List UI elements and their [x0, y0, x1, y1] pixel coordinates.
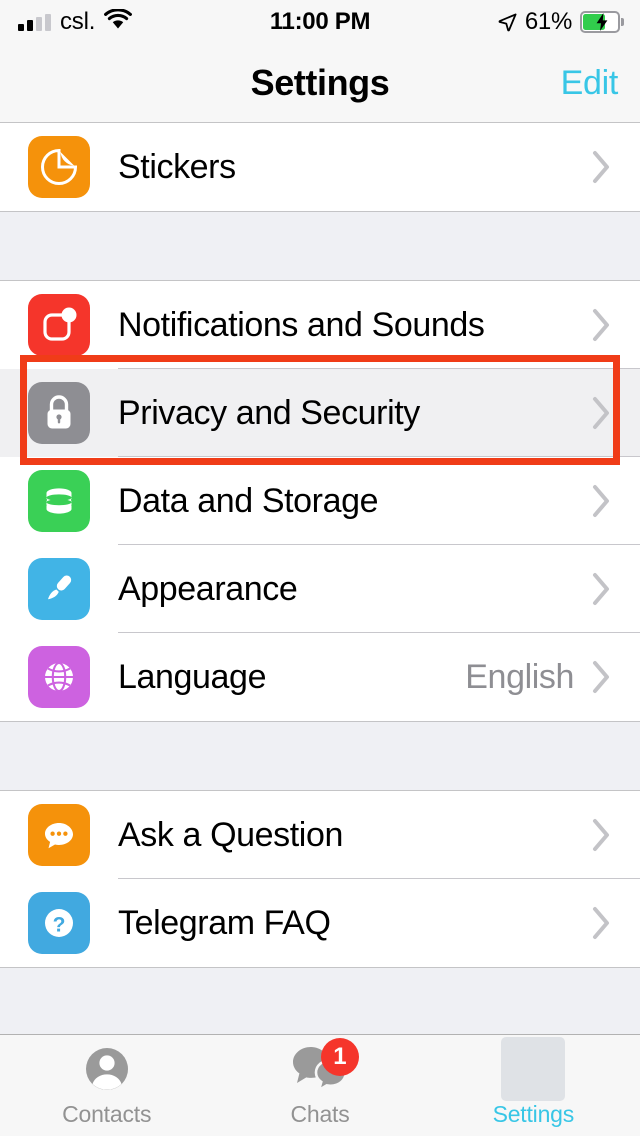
navigation-bar: Settings Edit [0, 44, 640, 122]
lock-icon [28, 382, 90, 444]
charging-bolt-icon [596, 13, 608, 31]
chevron-right-icon [592, 818, 612, 852]
tab-label: Contacts [62, 1101, 152, 1127]
settings-row-language[interactable]: Language English [0, 633, 640, 721]
chevron-right-icon [592, 308, 612, 342]
chevron-right-icon [592, 396, 612, 430]
settings-row-telegram-faq[interactable]: ? Telegram FAQ [0, 879, 640, 967]
battery-percent-label: 61% [524, 8, 572, 35]
tab-settings[interactable]: Settings [427, 1035, 640, 1136]
settings-row-data-and-storage[interactable]: Data and Storage [0, 457, 640, 545]
settings-row-label: Notifications and Sounds [118, 305, 485, 344]
notifications-icon [28, 294, 90, 356]
chevron-right-icon [592, 660, 612, 694]
globe-icon [28, 646, 90, 708]
settings-row-stickers[interactable]: Stickers [0, 123, 640, 211]
settings-row-label: Data and Storage [118, 481, 379, 520]
tab-contacts[interactable]: Contacts [0, 1035, 213, 1136]
section-gap-1 [0, 212, 640, 280]
language-value: English [465, 657, 574, 696]
paintbrush-icon [28, 558, 90, 620]
settings-list[interactable]: Stickers Notifications and Sounds Privac… [0, 122, 640, 1034]
tab-label: Chats [290, 1101, 350, 1127]
settings-row-label: Privacy and Security [118, 393, 420, 432]
svg-text:?: ? [53, 914, 66, 937]
phone-screen: csl. 11:00 PM 61% Settings Edit Stickers… [0, 0, 640, 1136]
question-mark-icon: ? [28, 892, 90, 954]
settings-row-label: Language [118, 657, 267, 696]
chats-unread-badge: 1 [320, 1038, 359, 1076]
edit-button[interactable]: Edit [561, 44, 619, 122]
settings-row-label: Ask a Question [118, 815, 343, 854]
settings-row-notifications-and-sounds[interactable]: Notifications and Sounds [0, 281, 640, 369]
status-bar-right: 61% [498, 8, 624, 36]
battery-icon [580, 11, 624, 33]
page-title: Settings [250, 62, 390, 103]
speech-bubble-icon [28, 804, 90, 866]
chevron-right-icon [592, 150, 612, 184]
location-arrow-icon [498, 13, 517, 32]
settings-row-privacy-and-security[interactable]: Privacy and Security [0, 369, 640, 457]
settings-section-1: Stickers [0, 122, 640, 212]
tab-chats[interactable]: 1 Chats [213, 1035, 426, 1136]
chevron-right-icon [592, 484, 612, 518]
settings-row-label: Appearance [118, 569, 298, 608]
settings-section-3: Ask a Question ? Telegram FAQ [0, 790, 640, 968]
chevron-right-icon [592, 906, 612, 940]
status-bar: csl. 11:00 PM 61% [0, 0, 640, 44]
settings-section-2: Notifications and Sounds Privacy and Sec… [0, 280, 640, 722]
settings-row-ask-a-question[interactable]: Ask a Question [0, 791, 640, 879]
section-gap-2 [0, 722, 640, 790]
settings-row-appearance[interactable]: Appearance [0, 545, 640, 633]
settings-row-label: Stickers [118, 147, 236, 186]
database-icon [28, 470, 90, 532]
chat-bubbles-icon: 1 [289, 1038, 359, 1095]
settings-row-label: Telegram FAQ [118, 903, 331, 942]
settings-avatar-placeholder-icon [501, 1037, 566, 1101]
tab-label: Settings [492, 1101, 575, 1127]
chevron-right-icon [592, 572, 612, 606]
section-gap-3 [0, 968, 640, 1032]
sticker-icon [28, 136, 90, 198]
contact-person-icon [81, 1043, 133, 1095]
tab-bar: Contacts 1 Chats Settings [0, 1034, 640, 1136]
